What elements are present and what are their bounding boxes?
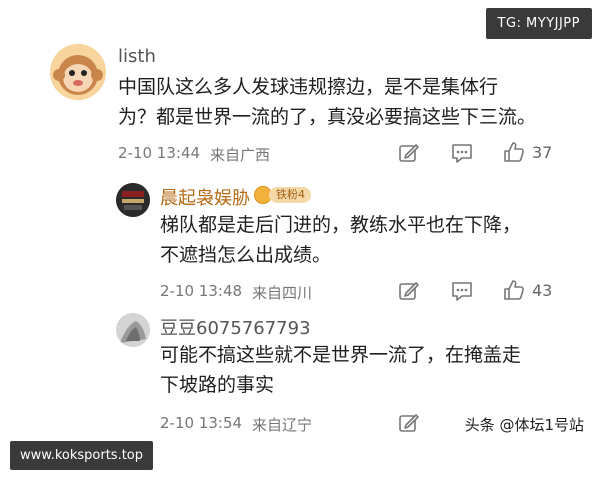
comment-text-line: 为？都是世界一流的了，真没必要搞这些下三流。 — [118, 106, 537, 128]
comment-time: 2-10 13:54 — [160, 414, 243, 432]
footer-brand-watermark: 头条 @体坛1号站 — [464, 416, 584, 434]
username[interactable]: 晨起袅娱胁 — [160, 184, 250, 210]
edit-icon — [399, 282, 419, 300]
like-button[interactable]: 43 — [502, 278, 552, 302]
comment-time: 2-10 13:48 — [160, 282, 243, 300]
edit-button[interactable] — [398, 412, 420, 434]
like-count: 37 — [532, 142, 553, 162]
comment-text-line: 中国队这么多人发球违规擦边，是不是集体行 — [118, 76, 499, 98]
reply-button[interactable] — [450, 280, 474, 302]
reply-button[interactable] — [450, 142, 474, 164]
avatar[interactable] — [50, 44, 106, 100]
edit-icon — [399, 414, 419, 432]
avatar[interactable] — [116, 313, 150, 347]
comment-location: 来自四川 — [252, 284, 313, 302]
comment-text-line: 可能不搞这些就不是世界一流了，在掩盖走 — [160, 344, 522, 366]
edit-button[interactable] — [398, 280, 420, 302]
badge-label: 铁粉4 — [269, 187, 311, 203]
avatar[interactable] — [116, 183, 150, 217]
comment-text-line: 梯队都是走后门进的，教练水平也在下降， — [160, 214, 522, 236]
edit-button[interactable] — [398, 142, 420, 164]
comment-location: 来自广西 — [210, 146, 271, 164]
comment-icon — [452, 144, 472, 163]
comment-location: 来自辽宁 — [252, 416, 313, 434]
username[interactable]: listh — [118, 46, 156, 67]
monkey-avatar-icon — [50, 44, 106, 100]
comment-time: 2-10 13:44 — [118, 144, 201, 162]
dark-avatar-icon — [116, 183, 150, 217]
watermark-site: www.koksports.top — [10, 441, 154, 470]
comment-icon — [452, 282, 472, 301]
edit-icon — [399, 144, 419, 162]
like-button[interactable]: 37 — [502, 140, 552, 164]
watermark-tg: TG: MYYJJPP — [485, 8, 592, 39]
fan-badge: 铁粉4 — [254, 186, 311, 204]
like-count: 43 — [532, 280, 553, 300]
thumbs-up-icon — [504, 280, 524, 300]
comment-text-line: 不遮挡怎么出成绩。 — [160, 244, 332, 266]
comment-text-line: 下坡路的事实 — [160, 374, 275, 396]
gray-avatar-icon — [116, 313, 150, 347]
thumbs-up-icon — [504, 142, 524, 162]
username[interactable]: 豆豆6075767793 — [160, 314, 311, 340]
